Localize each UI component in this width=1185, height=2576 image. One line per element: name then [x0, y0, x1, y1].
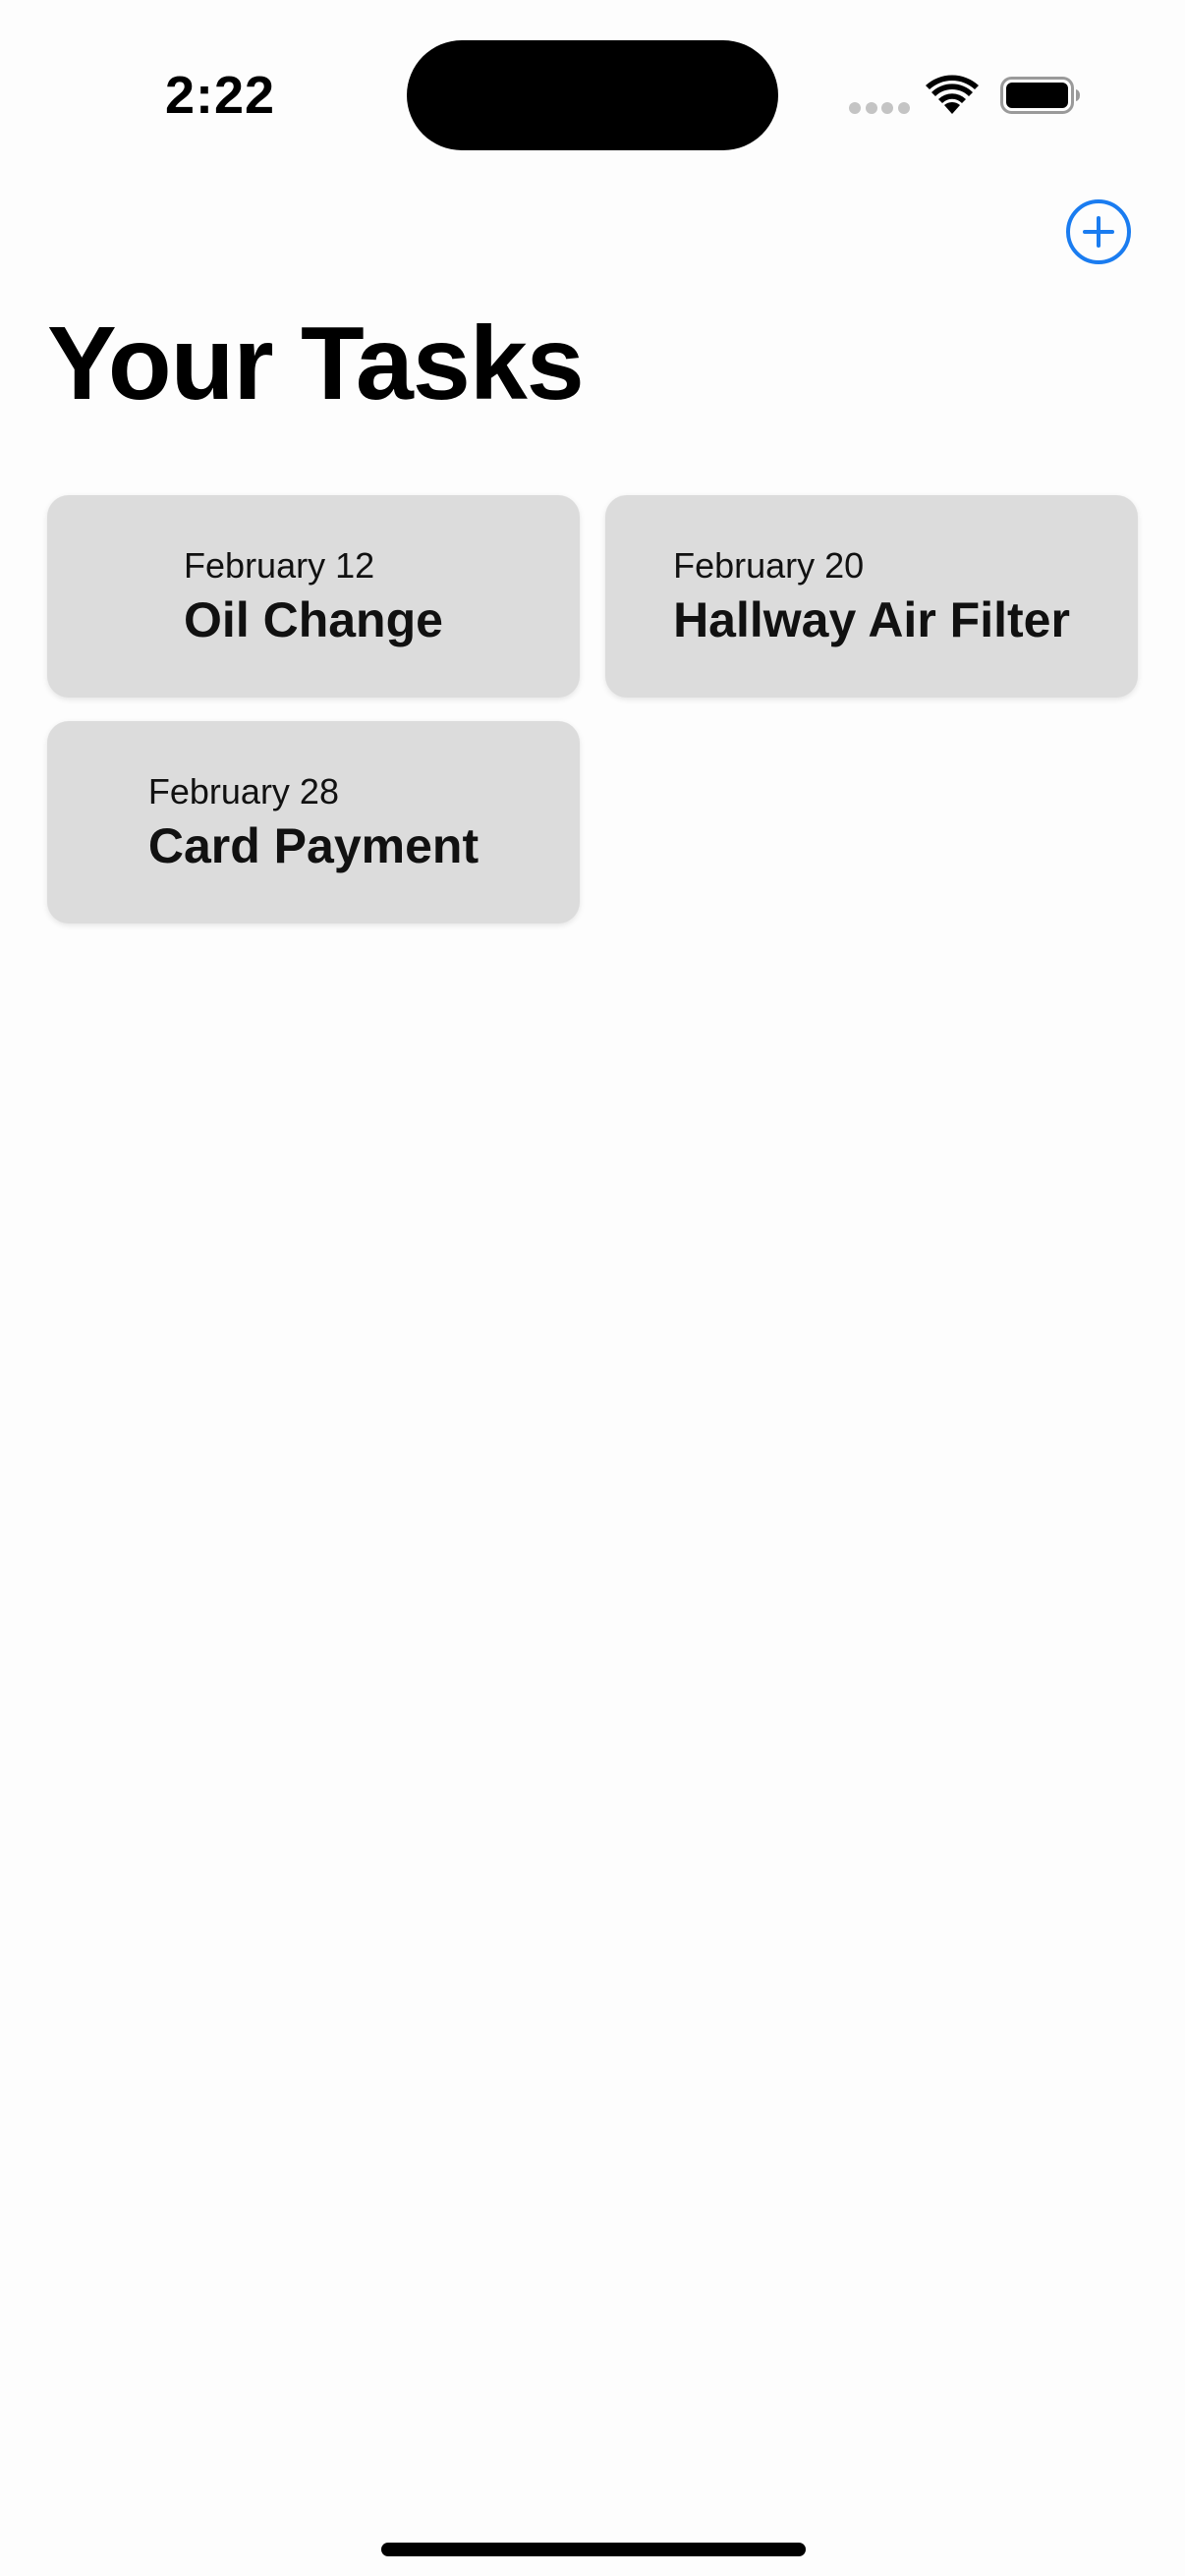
wifi-icon [926, 75, 979, 114]
task-card[interactable]: February 12 Oil Change [47, 495, 580, 698]
task-date: February 20 [673, 544, 865, 586]
home-indicator[interactable] [381, 2543, 806, 2556]
page-title: Your Tasks [47, 306, 585, 421]
task-name: Hallway Air Filter [673, 591, 1070, 647]
dynamic-island [407, 40, 778, 150]
cellular-signal-icon [849, 101, 910, 115]
task-name: Oil Change [184, 591, 443, 647]
add-task-button[interactable] [1065, 198, 1132, 265]
status-time: 2:22 [165, 66, 276, 125]
task-card[interactable]: February 20 Hallway Air Filter [605, 495, 1138, 698]
task-date: February 12 [184, 544, 375, 586]
app-screen: 2:22 Your Tasks February 12 Oil Change F… [0, 0, 1185, 2576]
task-date: February 28 [147, 770, 339, 812]
task-name: Card Payment [147, 817, 480, 873]
task-card[interactable]: February 28 Card Payment [47, 721, 580, 924]
battery-icon [1000, 77, 1080, 114]
